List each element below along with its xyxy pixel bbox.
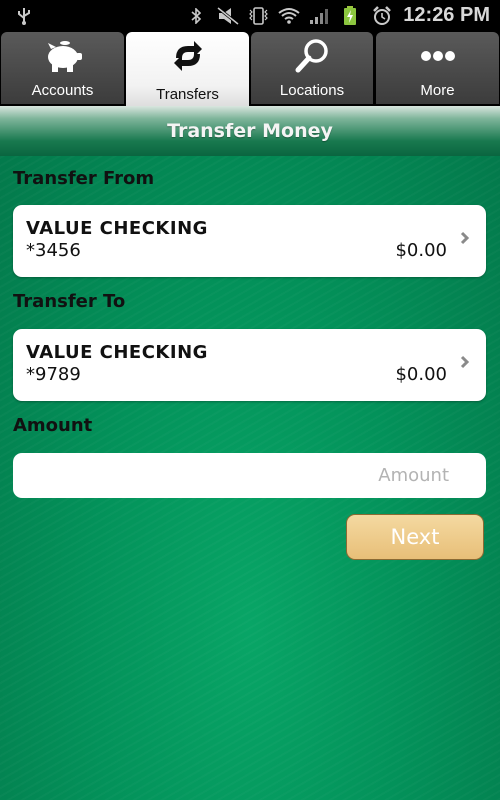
status-bar: 12:26 PM bbox=[0, 0, 500, 32]
account-balance: $0.00 bbox=[395, 364, 447, 385]
next-button[interactable]: Next bbox=[346, 514, 484, 560]
account-name: VALUE CHECKING bbox=[26, 218, 208, 239]
tab-label: Transfers bbox=[156, 86, 219, 103]
transfer-from-account[interactable]: VALUE CHECKING *3456 $0.00 bbox=[13, 205, 486, 277]
transfer-arrows-icon bbox=[126, 38, 249, 74]
account-number: *3456 bbox=[26, 240, 81, 261]
transfer-from-label: Transfer From bbox=[13, 168, 155, 189]
piggy-bank-icon bbox=[1, 38, 124, 74]
account-number: *9789 bbox=[26, 364, 81, 385]
account-name: VALUE CHECKING bbox=[26, 342, 208, 363]
tab-label: More bbox=[420, 82, 455, 99]
amount-input[interactable] bbox=[13, 453, 486, 498]
main-content: Transfer Money Transfer From VALUE CHECK… bbox=[0, 106, 500, 800]
usb-icon bbox=[16, 6, 32, 26]
clock-time: 12:26 PM bbox=[403, 4, 490, 26]
chevron-right-icon bbox=[460, 230, 470, 249]
battery-charging-icon bbox=[342, 6, 358, 26]
tab-locations[interactable]: Locations bbox=[251, 32, 373, 104]
chevron-right-icon bbox=[460, 354, 470, 373]
title-bar: Transfer Money bbox=[0, 106, 500, 156]
more-dots-icon bbox=[376, 38, 499, 74]
tab-more[interactable]: More bbox=[376, 32, 499, 104]
amount-label: Amount bbox=[13, 415, 93, 436]
bluetooth-icon bbox=[189, 6, 203, 26]
wifi-icon bbox=[277, 6, 301, 26]
tab-label: Locations bbox=[279, 82, 345, 99]
alarm-icon bbox=[371, 6, 393, 26]
account-balance: $0.00 bbox=[395, 240, 447, 261]
signal-icon bbox=[309, 6, 331, 26]
tab-transfers[interactable]: Transfers bbox=[126, 32, 249, 108]
tab-label: Accounts bbox=[31, 82, 94, 99]
tab-accounts[interactable]: Accounts bbox=[1, 32, 124, 104]
transfer-to-label: Transfer To bbox=[13, 291, 126, 312]
mute-icon bbox=[217, 6, 239, 26]
search-icon bbox=[251, 38, 373, 74]
vibrate-icon bbox=[246, 6, 270, 26]
page-title: Transfer Money bbox=[167, 120, 333, 142]
tab-bar: Accounts Transfers Locations More bbox=[0, 32, 500, 108]
transfer-to-account[interactable]: VALUE CHECKING *9789 $0.00 bbox=[13, 329, 486, 401]
